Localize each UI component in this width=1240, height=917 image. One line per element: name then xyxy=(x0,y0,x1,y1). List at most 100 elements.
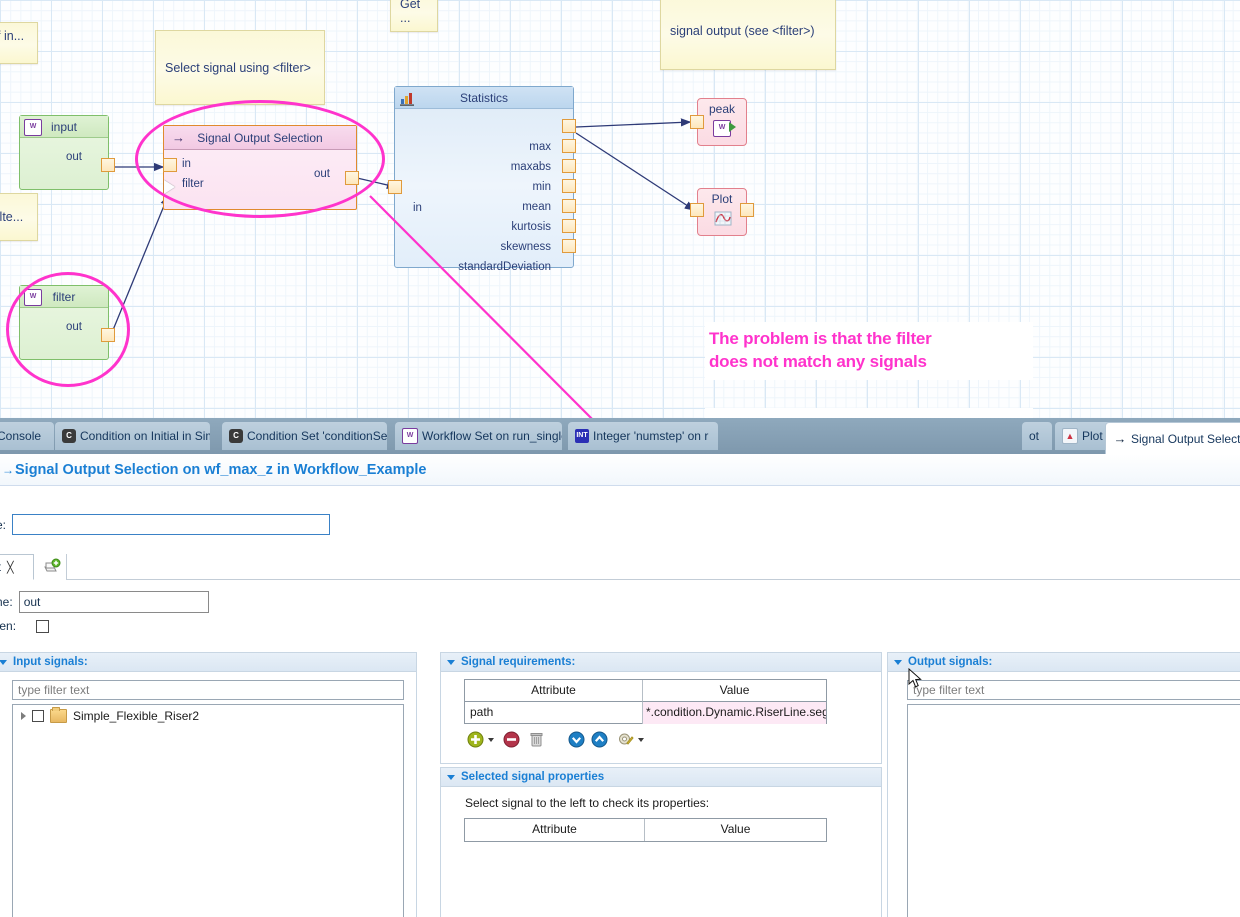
signal-requirements-header[interactable]: Signal requirements: xyxy=(441,653,881,672)
tab-console[interactable]: Console xyxy=(0,422,54,450)
condition-icon: C xyxy=(229,429,243,443)
table-header-row: Attribute Value xyxy=(465,819,826,841)
tab-label: Condition Set 'conditionSe xyxy=(247,429,387,443)
node-sos-filter-port[interactable] xyxy=(164,180,175,194)
close-icon[interactable]: ╳ xyxy=(7,561,14,574)
node-statistics-out-port-max[interactable] xyxy=(562,119,576,133)
signal-requirements-title: Signal requirements: xyxy=(461,656,575,668)
node-input[interactable]: W input out xyxy=(19,115,109,190)
tab-condition-on-initial[interactable]: C Condition on Initial in Sim xyxy=(55,422,210,450)
table-row[interactable]: path *.condition.Dynamic.RiserLine.seg xyxy=(465,702,826,724)
output-name-row: ame: xyxy=(0,591,209,613)
input-signals-tree[interactable]: Simple_Flexible_Riser2 xyxy=(12,704,404,917)
node-statistics-out-label-stddev: standardDeviation xyxy=(458,261,551,273)
node-statistics-out-port-min[interactable] xyxy=(562,159,576,173)
signal-output-selection-editor: → Signal Output Selection on wf_max_z in… xyxy=(0,454,1240,917)
node-statistics-in-port[interactable] xyxy=(388,180,402,194)
output-name-label: ame: xyxy=(0,595,13,609)
column-header-attribute: Attribute xyxy=(465,680,643,702)
callout-problem-line1: The problem is that the filter xyxy=(709,328,1029,351)
signal-requirements-toolbar-inner[interactable] xyxy=(467,731,648,748)
input-signals-filter-input[interactable]: type filter text xyxy=(12,680,404,700)
collapse-twisty-icon[interactable] xyxy=(447,660,455,665)
add-output-tab-button[interactable] xyxy=(38,554,67,580)
node-statistics-out-label-max: max xyxy=(529,141,551,153)
tab-workflow-set[interactable]: W Workflow Set on run_single xyxy=(395,422,562,450)
plot-icon xyxy=(714,210,732,230)
condition-icon: C xyxy=(62,429,76,443)
node-statistics-in-label: in xyxy=(413,202,422,214)
output-signals-filter-placeholder: type filter text xyxy=(913,683,984,697)
tree-item-checkbox[interactable] xyxy=(32,710,44,722)
output-signals-header[interactable]: Output signals: xyxy=(888,653,1240,672)
output-signals-filter-input[interactable]: type filter text xyxy=(907,680,1240,700)
node-peak-in-port[interactable] xyxy=(690,115,704,129)
settings-dropdown-caret-icon[interactable] xyxy=(638,738,644,742)
node-filter[interactable]: W filter out xyxy=(19,285,109,360)
move-up-button[interactable] xyxy=(591,731,608,748)
tree-item-simple-flexible-riser2[interactable]: Simple_Flexible_Riser2 xyxy=(13,705,403,723)
node-sos-filter-label: filter xyxy=(182,178,204,190)
add-output-icon xyxy=(43,558,61,577)
selected-signal-properties-header[interactable]: Selected signal properties xyxy=(441,768,881,787)
node-sos-in-port[interactable] xyxy=(163,158,177,172)
add-dropdown-caret-icon[interactable] xyxy=(488,738,494,742)
signal-requirements-table[interactable]: Attribute Value path *.condition.Dynamic… xyxy=(464,679,827,724)
node-filter-out-label: out xyxy=(66,321,82,333)
input-signals-title: Input signals: xyxy=(13,656,88,668)
node-input-title: input xyxy=(51,120,77,134)
editor-title: Signal Output Selection on wf_max_z in W… xyxy=(15,462,426,478)
input-signals-panel: Input signals: type filter text Simple_F… xyxy=(0,652,417,917)
move-down-button[interactable] xyxy=(568,731,585,748)
tab-label: Integer 'numstep' on r xyxy=(593,429,708,443)
expand-twisty-icon[interactable] xyxy=(21,712,26,720)
node-plot-in-port[interactable] xyxy=(690,203,704,217)
node-statistics-body: in max maxabs min mean kurtosis skewness… xyxy=(395,109,573,268)
output-name-input[interactable] xyxy=(19,591,209,613)
flatten-checkbox[interactable] xyxy=(36,620,49,633)
selected-signal-properties-hint: Select signal to the left to check its p… xyxy=(465,796,709,810)
tab-label: Workflow Set on run_single xyxy=(422,429,562,443)
remove-button[interactable] xyxy=(503,731,520,748)
node-sos-in-label: in xyxy=(182,158,191,170)
input-signals-header[interactable]: Input signals: xyxy=(0,653,416,672)
plot-icon: ▲ xyxy=(1062,428,1078,444)
name-input[interactable] xyxy=(12,514,330,535)
node-signal-output-selection[interactable]: → Signal Output Selection in filter out xyxy=(163,125,357,210)
workflow-diagram-canvas[interactable]: wf in... Select signal using <filter> Ge… xyxy=(0,0,1240,418)
output-tab-out[interactable]: ut ╳ xyxy=(0,554,34,580)
tab-integer-numstep[interactable]: INT Integer 'numstep' on r xyxy=(568,422,718,450)
node-sos-header: → Signal Output Selection xyxy=(164,126,356,150)
node-input-out-port[interactable] xyxy=(101,158,115,172)
delete-button[interactable] xyxy=(528,731,545,748)
node-filter-out-port[interactable] xyxy=(101,328,115,342)
collapse-twisty-icon[interactable] xyxy=(447,775,455,780)
collapse-twisty-icon[interactable] xyxy=(0,660,7,665)
view-tabstrip[interactable]: Console C Condition on Initial in Sim C … xyxy=(0,418,1240,454)
node-peak-title: peak xyxy=(698,99,746,116)
add-button[interactable] xyxy=(467,731,484,748)
node-statistics-out-port-kurtosis[interactable] xyxy=(562,199,576,213)
selected-signal-properties-table[interactable]: Attribute Value xyxy=(464,818,827,842)
tab-plot-partial[interactable]: ot xyxy=(1022,422,1052,450)
column-header-attribute: Attribute xyxy=(465,819,645,841)
node-sos-title: Signal Output Selection xyxy=(197,131,322,145)
output-signals-tree[interactable] xyxy=(907,704,1240,917)
tab-signal-output-selection[interactable]: → Signal Output Selectio xyxy=(1105,422,1240,454)
collapse-twisty-icon[interactable] xyxy=(894,660,902,665)
node-statistics-out-port-maxabs[interactable] xyxy=(562,139,576,153)
editor-title-bar: → Signal Output Selection on wf_max_z in… xyxy=(0,454,1240,486)
node-plot-out-port[interactable] xyxy=(740,203,754,217)
tab-condition-set[interactable]: C Condition Set 'conditionSe xyxy=(222,422,387,450)
node-sos-out-port[interactable] xyxy=(345,171,359,185)
tab-label: Condition on Initial in Sim xyxy=(80,429,210,443)
node-statistics-out-port-stddev[interactable] xyxy=(562,239,576,253)
workflow-input-icon: W xyxy=(24,289,42,306)
node-statistics-out-port-mean[interactable] xyxy=(562,179,576,193)
arrow-right-icon: → xyxy=(172,126,185,150)
node-statistics-out-port-skewness[interactable] xyxy=(562,219,576,233)
node-peak[interactable]: peak W xyxy=(697,98,747,146)
cell-value[interactable]: *.condition.Dynamic.RiserLine.seg xyxy=(643,702,826,724)
node-statistics[interactable]: Statistics in max maxabs min mean kurtos… xyxy=(394,86,574,268)
settings-button[interactable] xyxy=(617,731,634,748)
